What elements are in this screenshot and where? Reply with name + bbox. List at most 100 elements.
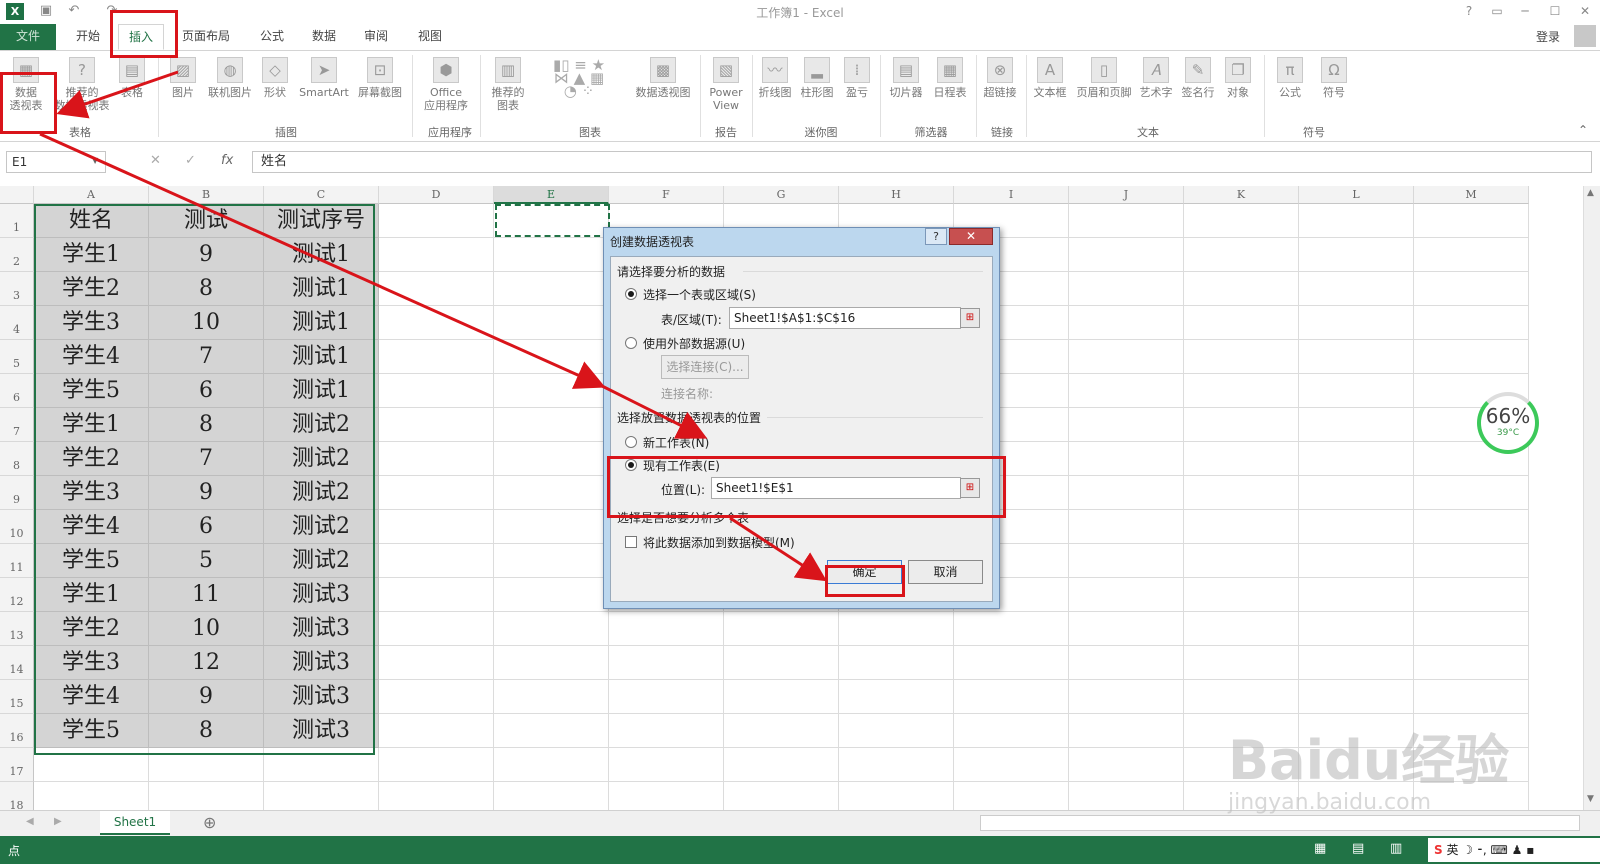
cell-k2[interactable] (1184, 238, 1299, 272)
cell-d9[interactable] (379, 476, 494, 510)
cell-e8[interactable] (494, 442, 609, 476)
row-header-1[interactable]: 1 (0, 204, 34, 238)
cell-j3[interactable] (1069, 272, 1184, 306)
cell-h18[interactable] (839, 782, 954, 810)
signature-line-button[interactable]: ✎ 签名行 (1178, 55, 1218, 99)
cell-j14[interactable] (1069, 646, 1184, 680)
cell-d15[interactable] (379, 680, 494, 714)
cell-e3[interactable] (494, 272, 609, 306)
textbox-button[interactable]: A 文本框 (1030, 55, 1070, 99)
column-header-m[interactable]: M (1414, 186, 1529, 204)
cell-h17[interactable] (839, 748, 954, 782)
cell-j9[interactable] (1069, 476, 1184, 510)
cell-l1[interactable] (1299, 204, 1414, 238)
column-header-d[interactable]: D (379, 186, 494, 204)
cell-c18[interactable] (264, 782, 379, 810)
cell-j7[interactable] (1069, 408, 1184, 442)
cell-g13[interactable] (724, 612, 839, 646)
table-button[interactable]: ▤ 表格 (114, 55, 150, 99)
cell-j11[interactable] (1069, 544, 1184, 578)
cell-i18[interactable] (954, 782, 1069, 810)
row-header-13[interactable]: 13 (0, 612, 34, 646)
timeline-button[interactable]: ▦ 日程表 (930, 55, 970, 99)
cell-i16[interactable] (954, 714, 1069, 748)
help-icon[interactable]: ? (1458, 2, 1480, 20)
cell-d3[interactable] (379, 272, 494, 306)
memory-gauge-widget[interactable]: 66% 39°C (1477, 392, 1539, 454)
table-range-input[interactable]: Sheet1!$A$1:$C$16 (729, 307, 961, 329)
cell-m4[interactable] (1414, 306, 1529, 340)
cell-j8[interactable] (1069, 442, 1184, 476)
row-header-9[interactable]: 9 (0, 476, 34, 510)
chart-gallery[interactable]: ▮▯ ≡ ★ ⋈ ▲ ▦ ◔ ⁘ (532, 58, 626, 99)
row-header-6[interactable]: 6 (0, 374, 34, 408)
add-sheet-icon[interactable]: ⊕ (203, 813, 216, 832)
cell-j15[interactable] (1069, 680, 1184, 714)
login-link[interactable]: 登录 (1536, 28, 1560, 45)
cell-e11[interactable] (494, 544, 609, 578)
sheet-tab-sheet1[interactable]: Sheet1 (100, 811, 170, 835)
cell-h15[interactable] (839, 680, 954, 714)
cell-l9[interactable] (1299, 476, 1414, 510)
insert-function-icon[interactable]: fx (221, 153, 233, 168)
prev-sheet-icon[interactable]: ◀ (26, 816, 34, 827)
cell-d4[interactable] (379, 306, 494, 340)
cell-f17[interactable] (609, 748, 724, 782)
recommended-chart-button[interactable]: ▥ 推荐的 图表 (486, 55, 530, 112)
cell-e15[interactable] (494, 680, 609, 714)
next-sheet-icon[interactable]: ▶ (54, 816, 62, 827)
cell-f13[interactable] (609, 612, 724, 646)
name-box[interactable]: E1 (6, 151, 106, 173)
object-button[interactable]: ❐ 对象 (1220, 55, 1256, 99)
cell-j1[interactable] (1069, 204, 1184, 238)
range-select-icon[interactable]: ⊞ (960, 308, 980, 328)
cell-l3[interactable] (1299, 272, 1414, 306)
cancel-icon[interactable]: ✕ (150, 153, 161, 168)
enter-icon[interactable]: ✓ (185, 153, 196, 168)
cell-e6[interactable] (494, 374, 609, 408)
cell-j10[interactable] (1069, 510, 1184, 544)
cell-e4[interactable] (494, 306, 609, 340)
cell-f14[interactable] (609, 646, 724, 680)
column-header-c[interactable]: C (264, 186, 379, 204)
cell-g15[interactable] (724, 680, 839, 714)
cell-k11[interactable] (1184, 544, 1299, 578)
dialog-close-icon[interactable]: ✕ (949, 228, 993, 245)
cell-e12[interactable] (494, 578, 609, 612)
radio-table-range[interactable] (625, 288, 637, 300)
cell-d7[interactable] (379, 408, 494, 442)
cell-l13[interactable] (1299, 612, 1414, 646)
cell-d16[interactable] (379, 714, 494, 748)
cell-f18[interactable] (609, 782, 724, 810)
row-header-12[interactable]: 12 (0, 578, 34, 612)
column-header-g[interactable]: G (724, 186, 839, 204)
pivot-chart-button[interactable]: ▩ 数据透视图 (630, 55, 696, 99)
cell-g14[interactable] (724, 646, 839, 680)
column-header-b[interactable]: B (149, 186, 264, 204)
cell-j13[interactable] (1069, 612, 1184, 646)
cell-m15[interactable] (1414, 680, 1529, 714)
picture-button[interactable]: ▨ 图片 (166, 55, 200, 99)
office-apps-button[interactable]: ⬢ Office 应用程序 (418, 55, 474, 112)
scroll-up-icon[interactable]: ▲ (1587, 188, 1594, 198)
row-header-16[interactable]: 16 (0, 714, 34, 748)
cell-l5[interactable] (1299, 340, 1414, 374)
sparkline-column-button[interactable]: ▂ 柱形图 (798, 55, 836, 99)
horizontal-scrollbar[interactable] (980, 815, 1580, 831)
ribbon-display-icon[interactable]: ▭ (1486, 2, 1508, 20)
cell-d11[interactable] (379, 544, 494, 578)
cell-d5[interactable] (379, 340, 494, 374)
cell-k1[interactable] (1184, 204, 1299, 238)
cell-d1[interactable] (379, 204, 494, 238)
column-header-l[interactable]: L (1299, 186, 1414, 204)
cell-d13[interactable] (379, 612, 494, 646)
cell-m14[interactable] (1414, 646, 1529, 680)
cell-j17[interactable] (1069, 748, 1184, 782)
cell-h16[interactable] (839, 714, 954, 748)
shapes-button[interactable]: ◇ 形状 (260, 55, 290, 99)
tab-formulas[interactable]: 公式 (250, 24, 294, 50)
cell-d17[interactable] (379, 748, 494, 782)
minimize-icon[interactable]: ─ (1514, 2, 1536, 20)
cell-l2[interactable] (1299, 238, 1414, 272)
column-header-k[interactable]: K (1184, 186, 1299, 204)
